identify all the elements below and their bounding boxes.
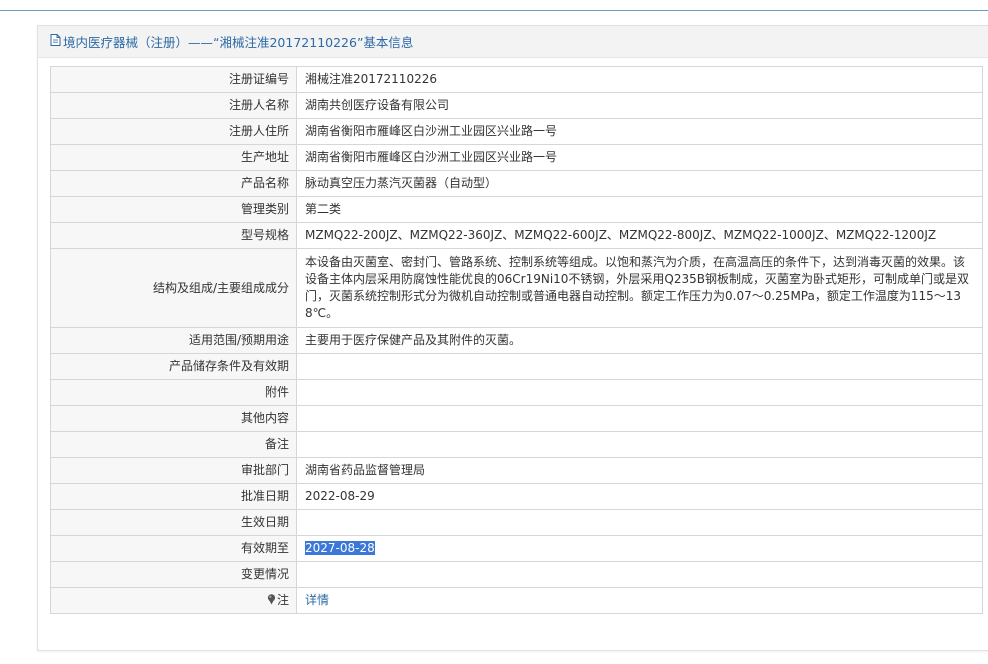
table-row: 结构及组成/主要组成成分 本设备由灭菌室、密封门、管路系统、控制系统等组成。以饱… [50,248,983,328]
field-label: 有效期至 [50,535,297,562]
field-label: 产品名称 [50,170,297,197]
panel-title: 境内医疗器械（注册）——“湘械注准20172110226”基本信息 [63,35,414,50]
table-row: 变更情况 [50,561,983,588]
field-value: 2022-08-29 [296,483,983,510]
field-label: 生效日期 [50,509,297,536]
field-label: 备注 [50,431,297,458]
table-row: 型号规格 MZMQ22-200JZ、MZMQ22-360JZ、MZMQ22-60… [50,222,983,249]
table-row: 注 详情 [50,587,983,614]
field-value: 第二类 [296,196,983,223]
document-icon [50,34,61,49]
field-value: 详情 [296,587,983,614]
field-value: 湖南省衡阳市雁峰区白沙洲工业园区兴业路一号 [296,118,983,145]
field-label: 附件 [50,379,297,406]
field-value [296,405,983,432]
table-row: 管理类别 第二类 [50,196,983,223]
table-row: 适用范围/预期用途 主要用于医疗保健产品及其附件的灭菌。 [50,327,983,354]
field-label: 注册人住所 [50,118,297,145]
field-label: 注册证编号 [50,66,297,93]
table-row: 其他内容 [50,405,983,432]
table-row: 生产地址 湖南省衡阳市雁峰区白沙洲工业园区兴业路一号 [50,144,983,171]
table-row: 备注 [50,431,983,458]
info-panel: 境内医疗器械（注册）——“湘械注准20172110226”基本信息 注册证编号 … [37,25,988,651]
field-label: 型号规格 [50,222,297,249]
field-value [296,379,983,406]
field-label: 审批部门 [50,457,297,484]
field-value: 2027-08-28 [296,535,983,562]
field-label: 其他内容 [50,405,297,432]
field-value: 湘械注准20172110226 [296,66,983,93]
field-label: 结构及组成/主要组成成分 [50,248,297,328]
field-value [296,509,983,536]
selected-expiry-date[interactable]: 2027-08-28 [305,541,375,555]
table-row: 注册人名称 湖南共创医疗设备有限公司 [50,92,983,119]
table-row: 注册证编号 湘械注准20172110226 [50,66,983,93]
field-value: 湖南省衡阳市雁峰区白沙洲工业园区兴业路一号 [296,144,983,171]
field-value: 本设备由灭菌室、密封门、管路系统、控制系统等组成。以饱和蒸汽为介质，在高温高压的… [296,248,983,328]
field-label: 批准日期 [50,483,297,510]
table-row: 生效日期 [50,509,983,536]
field-label: 生产地址 [50,144,297,171]
field-value: 湖南共创医疗设备有限公司 [296,92,983,119]
field-label: 注 [276,592,289,607]
field-label: 管理类别 [50,196,297,223]
info-table-wrapper: 注册证编号 湘械注准20172110226 注册人名称 湖南共创医疗设备有限公司… [50,66,983,614]
field-label: 注册人名称 [50,92,297,119]
note-label-cell: 注 [50,587,297,614]
info-table: 注册证编号 湘械注准20172110226 注册人名称 湖南共创医疗设备有限公司… [50,66,983,614]
top-divider [0,10,988,11]
field-label: 适用范围/预期用途 [50,327,297,354]
table-row: 产品名称 脉动真空压力蒸汽灭菌器（自动型） [50,170,983,197]
table-row: 产品储存条件及有效期 [50,353,983,380]
pin-icon [267,593,276,610]
table-row: 批准日期 2022-08-29 [50,483,983,510]
field-label: 产品储存条件及有效期 [50,353,297,380]
details-link[interactable]: 详情 [305,593,329,607]
field-value: 湖南省药品监督管理局 [296,457,983,484]
table-row: 附件 [50,379,983,406]
field-value [296,431,983,458]
table-row: 有效期至 2027-08-28 [50,535,983,562]
field-label: 变更情况 [50,561,297,588]
field-value: 主要用于医疗保健产品及其附件的灭菌。 [296,327,983,354]
panel-header: 境内医疗器械（注册）——“湘械注准20172110226”基本信息 [38,26,988,58]
field-value: MZMQ22-200JZ、MZMQ22-360JZ、MZMQ22-600JZ、M… [296,222,983,249]
table-row: 注册人住所 湖南省衡阳市雁峰区白沙洲工业园区兴业路一号 [50,118,983,145]
table-row: 审批部门 湖南省药品监督管理局 [50,457,983,484]
field-value [296,561,983,588]
field-value: 脉动真空压力蒸汽灭菌器（自动型） [296,170,983,197]
field-value [296,353,983,380]
